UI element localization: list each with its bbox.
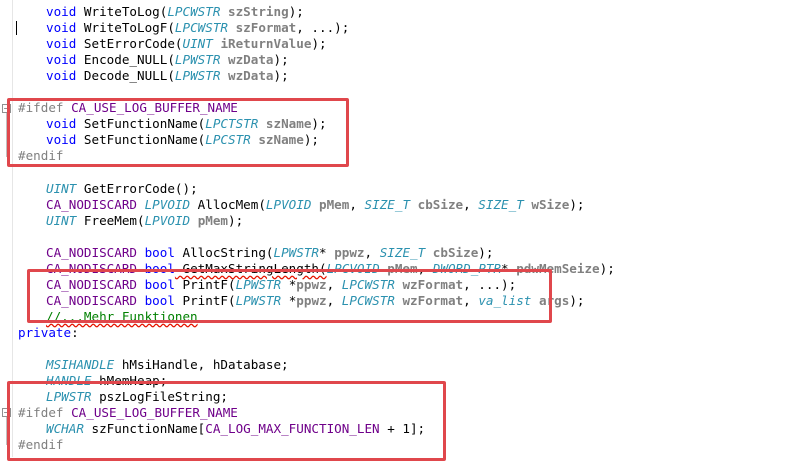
code-token: ); xyxy=(288,4,304,19)
code-token: pMem xyxy=(197,212,229,228)
code-token: LPVOID xyxy=(144,212,191,228)
code-token: CA_NODISCARD xyxy=(46,196,137,212)
code-token: WriteToLog( xyxy=(76,4,168,19)
code-token: ); xyxy=(569,292,585,308)
code-line[interactable]: UINT GetErrorCode(); xyxy=(18,181,198,197)
code-token: LPVOID xyxy=(265,196,312,212)
code-line[interactable]: void WriteToLog(LPCWSTR szString); xyxy=(18,4,304,20)
code-token: ); xyxy=(228,212,244,228)
code-token: wzData xyxy=(228,52,274,68)
code-token: ); xyxy=(478,244,494,260)
text-cursor xyxy=(16,21,17,35)
code-token: ppwz xyxy=(334,244,365,260)
code-token: ); xyxy=(599,260,615,276)
code-token: SIZE_T xyxy=(478,196,524,212)
code-token: LPWSTR xyxy=(174,52,221,68)
code-line[interactable]: void Decode_NULL(LPWSTR wzData); xyxy=(18,68,289,84)
code-token: void xyxy=(46,52,77,68)
code-token: bool xyxy=(144,244,175,260)
code-token: private xyxy=(18,325,72,340)
code-token: cbSize xyxy=(417,196,464,212)
code-token: LPCWSTR xyxy=(167,4,221,19)
code-token: cbSize xyxy=(432,244,479,260)
highlight-box-functionname-buffer xyxy=(7,381,446,461)
code-token: AllocString( xyxy=(174,244,274,260)
code-token: hMsiHandle, hDatabase; xyxy=(114,357,289,373)
code-token: ); xyxy=(569,196,585,212)
code-token: UINT xyxy=(182,36,213,52)
code-token: LPCWSTR xyxy=(174,20,228,36)
code-token: CA_NODISCARD xyxy=(46,244,137,260)
code-token: : xyxy=(71,325,79,340)
code-token: SIZE_T xyxy=(364,196,411,212)
code-token: iReturnValue xyxy=(220,36,312,52)
code-token: LPVOID xyxy=(144,196,191,212)
code-line[interactable]: void SetErrorCode(UINT iReturnValue); xyxy=(18,36,327,52)
code-token: ); xyxy=(273,52,289,68)
highlight-box-printf xyxy=(27,269,552,323)
code-token: GetErrorCode(); xyxy=(76,180,198,196)
code-token: void xyxy=(46,36,77,52)
highlight-box-ifdef-setfunctionname xyxy=(7,98,349,167)
code-line[interactable]: void Encode_NULL(LPWSTR wzData); xyxy=(18,52,289,68)
code-token: , xyxy=(349,196,365,212)
code-line[interactable]: private: xyxy=(18,325,79,341)
code-token: wSize xyxy=(531,196,570,212)
code-line[interactable]: CA_NODISCARD bool AllocString(LPWSTR* pp… xyxy=(18,245,493,261)
code-token: wzData xyxy=(228,68,274,84)
code-token: void xyxy=(46,68,77,84)
code-token: WriteToLogF( xyxy=(76,20,175,36)
code-token: , ...); xyxy=(296,20,350,36)
code-token: ); xyxy=(273,68,289,84)
code-token: void xyxy=(46,20,77,36)
code-token: UINT xyxy=(46,212,77,228)
code-token: Decode_NULL( xyxy=(76,68,175,84)
code-token: * xyxy=(319,244,335,260)
code-token: , xyxy=(463,196,479,212)
code-token: AllocMem( xyxy=(190,196,266,212)
code-token: , xyxy=(364,244,380,260)
code-token: LPWSTR xyxy=(273,244,320,260)
code-token: LPWSTR xyxy=(174,68,221,84)
code-token: FreeMem( xyxy=(76,212,145,228)
code-line[interactable]: CA_NODISCARD LPVOID AllocMem(LPVOID pMem… xyxy=(18,197,584,213)
code-token: UINT xyxy=(46,180,77,196)
code-token: void xyxy=(46,4,77,19)
code-line[interactable]: MSIHANDLE hMsiHandle, hDatabase; xyxy=(18,357,289,373)
code-token: szString xyxy=(228,4,289,19)
code-token: pMem xyxy=(319,196,350,212)
code-token: szFormat xyxy=(235,20,297,36)
code-token: Encode_NULL( xyxy=(76,52,175,68)
code-token: ); xyxy=(311,36,327,52)
code-line[interactable]: UINT FreeMem(LPVOID pMem); xyxy=(18,213,243,229)
code-line[interactable]: void WriteToLogF(LPCWSTR szFormat, ...); xyxy=(18,20,349,36)
code-token: SetErrorCode( xyxy=(76,36,183,52)
code-token: SIZE_T xyxy=(379,244,426,260)
code-token: MSIHANDLE xyxy=(46,357,115,373)
